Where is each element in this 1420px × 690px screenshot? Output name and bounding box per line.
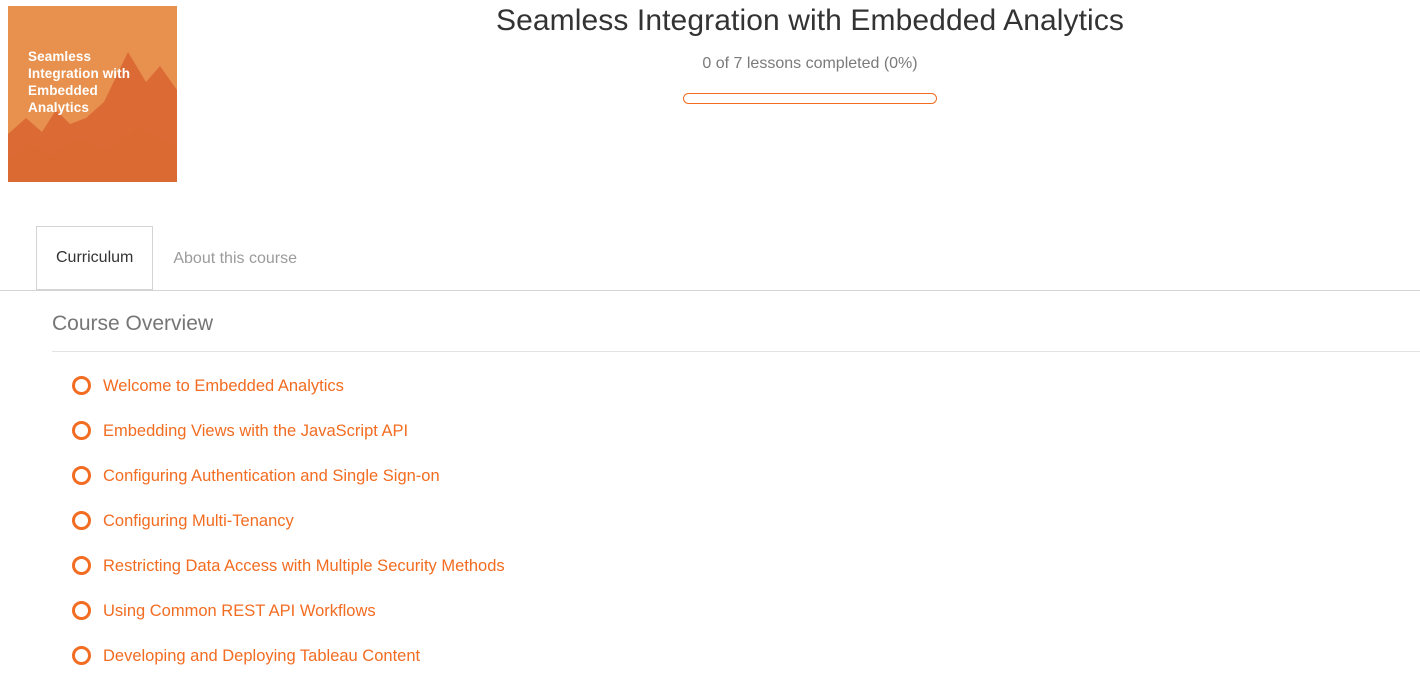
circle-outline-icon[interactable] (72, 646, 91, 665)
lesson-link[interactable]: Configuring Authentication and Single Si… (103, 466, 440, 486)
list-item[interactable]: Using Common REST API Workflows (52, 588, 1420, 633)
thumbnail-title-text: Seamless Integration with Embedded Analy… (28, 49, 131, 115)
circle-outline-icon[interactable] (72, 466, 91, 485)
section-heading: Course Overview (52, 312, 214, 335)
lesson-link[interactable]: Using Common REST API Workflows (103, 601, 376, 621)
lesson-link[interactable]: Restricting Data Access with Multiple Se… (103, 556, 505, 576)
circle-outline-icon[interactable] (72, 556, 91, 575)
circle-outline-icon[interactable] (72, 511, 91, 530)
tab-curriculum[interactable]: Curriculum (36, 226, 154, 290)
tab-curriculum-label: Curriculum (56, 249, 134, 266)
lesson-list: Welcome to Embedded Analytics Embedding … (52, 352, 1420, 678)
circle-outline-icon[interactable] (72, 601, 91, 620)
course-header: Seamless Integration with Embedded Analy… (0, 0, 1420, 190)
lesson-link[interactable]: Configuring Multi-Tenancy (103, 511, 294, 531)
course-header-main: Seamless Integration with Embedded Analy… (200, 0, 1420, 104)
curriculum-section: Course Overview Welcome to Embedded Anal… (0, 292, 1420, 678)
tab-about-this-course[interactable]: About this course (153, 226, 317, 290)
lesson-link[interactable]: Welcome to Embedded Analytics (103, 376, 344, 396)
list-item[interactable]: Developing and Deploying Tableau Content (52, 633, 1420, 678)
list-item[interactable]: Configuring Multi-Tenancy (52, 498, 1420, 543)
lesson-link[interactable]: Embedding Views with the JavaScript API (103, 421, 408, 441)
page-title: Seamless Integration with Embedded Analy… (495, 4, 1125, 37)
circle-outline-icon[interactable] (72, 421, 91, 440)
progress-bar (683, 93, 937, 104)
tab-about-this-course-label: About this course (173, 249, 297, 267)
circle-outline-icon[interactable] (72, 376, 91, 395)
progress-status-text: 0 of 7 lessons completed (0%) (702, 55, 918, 72)
list-item[interactable]: Welcome to Embedded Analytics (52, 363, 1420, 408)
list-item[interactable]: Restricting Data Access with Multiple Se… (52, 543, 1420, 588)
course-thumbnail[interactable]: Seamless Integration with Embedded Analy… (8, 6, 177, 182)
tab-bar: Curriculum About this course (0, 226, 1420, 291)
list-item[interactable]: Embedding Views with the JavaScript API (52, 408, 1420, 453)
lesson-link[interactable]: Developing and Deploying Tableau Content (103, 646, 420, 666)
progress-bar-wrapper (683, 93, 937, 104)
list-item[interactable]: Configuring Authentication and Single Si… (52, 453, 1420, 498)
